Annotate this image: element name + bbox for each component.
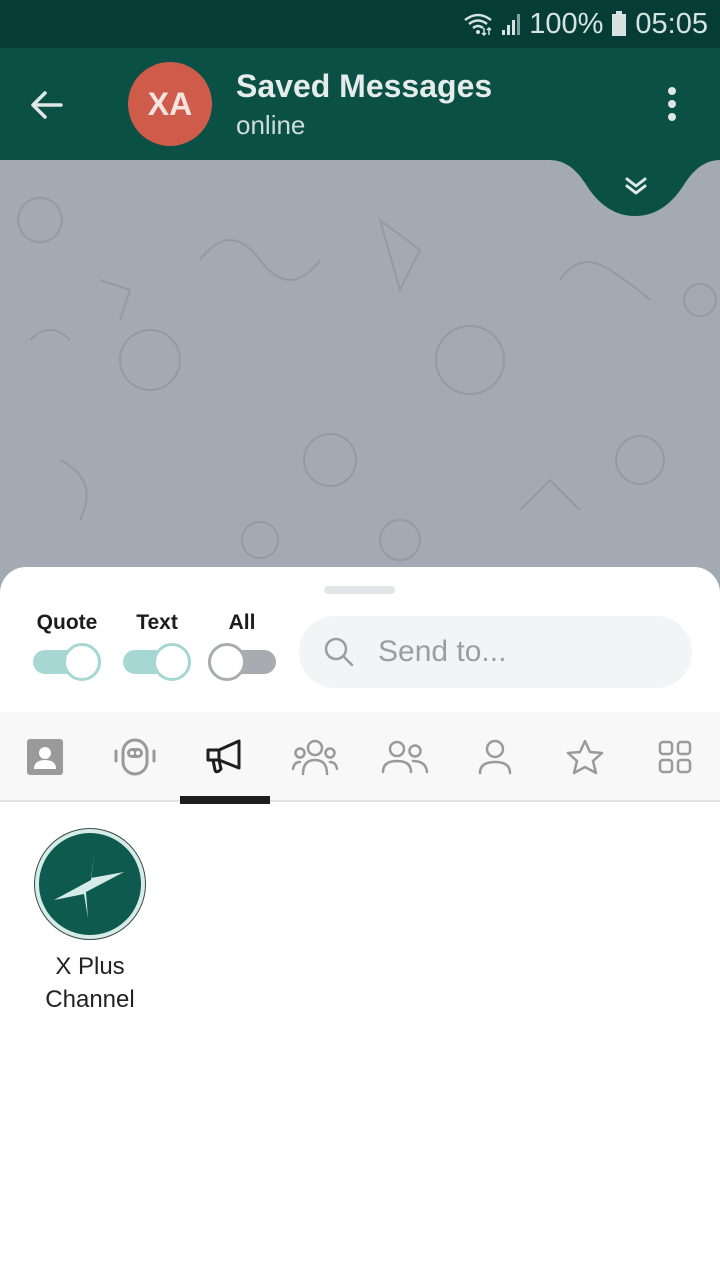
clock: 05:05 [635,7,708,40]
megaphone-icon [206,739,241,774]
contact-card-icon [27,739,63,775]
share-sheet: Quote Text All Send to... X Plus Channel [0,567,720,1280]
channel-avatar [34,828,146,940]
search-input[interactable] [378,635,668,669]
tab-favorites[interactable] [540,712,630,802]
tab-all[interactable] [630,712,720,802]
back-button[interactable] [22,80,72,130]
all-toggle-group: All [208,611,276,681]
avatar-initials: XA [147,85,193,122]
more-options-button[interactable] [652,82,692,126]
all-toggle-label: All [228,611,256,634]
channel-name-line1: X Plus [55,953,125,980]
two-users-icon [381,740,429,774]
share-target-x-plus-channel[interactable]: X Plus Channel [22,828,158,1016]
group-icon [291,739,339,776]
tab-groups[interactable] [270,712,360,802]
battery-percent: 100% [529,7,604,40]
signal-icon [501,12,521,36]
tab-supergroups[interactable] [360,712,450,802]
more-vertical-icon [668,87,676,95]
quote-toggle-label: Quote [36,611,98,634]
user-icon [478,739,512,775]
quote-toggle-group: Quote [33,611,101,681]
battery-icon [611,11,627,37]
wifi-icon [463,12,493,36]
chat-header: XA Saved Messages online [0,48,720,160]
avatar[interactable]: XA [128,62,212,146]
tab-bots[interactable] [90,712,180,802]
chat-wallpaper [0,160,720,580]
send-to-search[interactable] [299,616,692,688]
channel-name-line2: Channel [45,986,135,1013]
chat-status: online [236,110,306,140]
selected-tab-indicator [180,796,270,804]
text-toggle[interactable] [123,643,191,681]
tab-users[interactable] [450,712,540,802]
text-toggle-group: Text [123,611,191,681]
toggle-knob [63,643,101,681]
bot-icon [114,738,156,776]
scroll-to-bottom-button[interactable] [550,158,720,218]
chat-title[interactable]: Saved Messages [236,68,492,105]
category-tabs [0,712,720,804]
search-icon [324,637,354,667]
more-vertical-icon-dot [668,100,676,108]
status-bar: 100% 05:05 [0,0,720,48]
toggle-knob [153,643,191,681]
all-toggle[interactable] [208,643,276,681]
text-toggle-label: Text [136,611,178,634]
double-chevron-down-icon [625,177,647,195]
toggle-knob [208,643,246,681]
drag-handle[interactable] [324,586,395,594]
lightning-logo-icon [54,850,124,918]
star-icon [566,739,604,775]
arrow-left-icon [31,91,63,119]
more-vertical-icon-dot [668,113,676,121]
tab-contacts[interactable] [0,712,90,802]
quote-toggle[interactable] [33,643,101,681]
grid-icon [658,740,692,774]
tab-channels[interactable] [180,712,270,804]
channel-name: X Plus Channel [22,950,158,1016]
